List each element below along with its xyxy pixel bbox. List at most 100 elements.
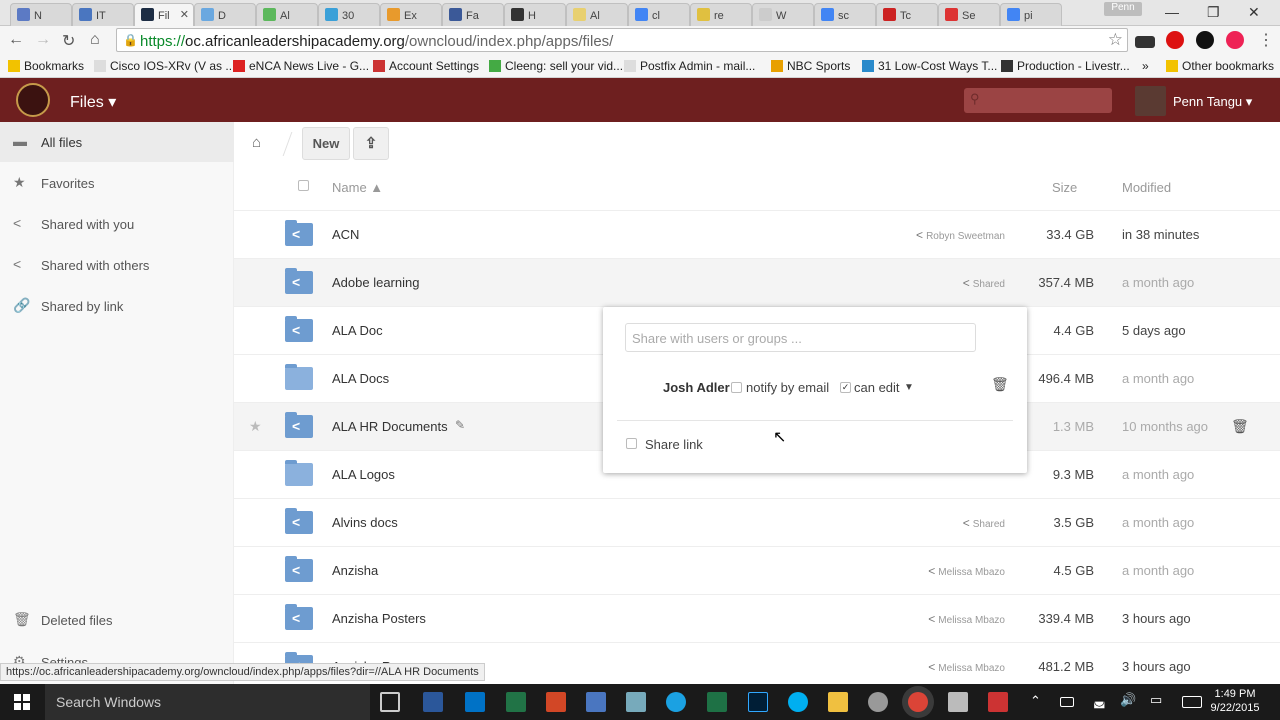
file-name[interactable]: ALA Docs	[332, 371, 389, 386]
browser-tab[interactable]: Al	[566, 3, 628, 26]
volume-icon[interactable]: 🔊	[1120, 692, 1136, 708]
can-edit-checkbox[interactable]: ✓	[840, 382, 851, 393]
remote-app-icon[interactable]	[948, 692, 968, 712]
browser-tab[interactable]: IT	[72, 3, 134, 26]
bookmark-item[interactable]: Production - Livestr...	[1001, 59, 1130, 73]
favorite-star-icon[interactable]: ★	[249, 418, 262, 435]
file-name[interactable]: ALA HR Documents	[332, 419, 448, 434]
table-row[interactable]: < ACN < Robyn Sweetman 33.4 GB in 38 minutes	[234, 211, 1280, 259]
adblock-ext-icon[interactable]	[1166, 31, 1184, 49]
wifi-app-icon[interactable]	[666, 692, 686, 712]
table-row[interactable]: < Alvins docs < Shared 3.5 GB a month ago	[234, 499, 1280, 547]
bookmark-item[interactable]: Cisco IOS-XRv (V as ...	[94, 59, 235, 73]
fire-ext-icon[interactable]	[1226, 31, 1244, 49]
browser-tab[interactable]: W	[752, 3, 814, 26]
file-name[interactable]: Alvins docs	[332, 515, 398, 530]
bookmark-item[interactable]: Account Settings	[373, 59, 479, 73]
bookmark-item[interactable]: Cleeng: sell your vid...	[489, 59, 623, 73]
sidebar-item-deleted[interactable]: 🗑 Deleted files	[0, 600, 234, 640]
delete-trash-icon[interactable]: 🗑	[1231, 418, 1249, 435]
skype-icon[interactable]	[788, 692, 808, 712]
table-row[interactable]: < Anzisha Posters < Melissa Mbazo 339.4 MB 3 …	[234, 595, 1280, 643]
rename-pencil-icon[interactable]: ✎	[455, 418, 465, 432]
new-button[interactable]: New	[302, 127, 350, 160]
file-name[interactable]: ACN	[332, 227, 359, 242]
address-bar[interactable]: 🔒 https://oc.africanleadershipacademy.or…	[116, 28, 1128, 52]
reload-icon[interactable]: ↻	[62, 31, 75, 51]
file-name[interactable]: Anzisha	[332, 563, 378, 578]
browser-tab[interactable]: N	[10, 3, 72, 26]
sidebar-item-shared-by-link[interactable]: 🔗 Shared by link	[0, 286, 234, 326]
close-tab-icon[interactable]: ✕	[180, 8, 189, 21]
excel-icon[interactable]	[707, 692, 727, 712]
file-name[interactable]: ALA Doc	[332, 323, 383, 338]
chrome-icon[interactable]	[908, 692, 928, 712]
menu-icon[interactable]: ⋮	[1258, 30, 1274, 50]
share-status[interactable]: < Melissa Mbazo	[928, 612, 1005, 626]
outlook-icon[interactable]	[465, 692, 485, 712]
photoshop-icon[interactable]	[748, 692, 768, 712]
avatar[interactable]	[1135, 86, 1166, 116]
permissions-caret-icon[interactable]: ▼	[904, 382, 914, 393]
bookmark-item[interactable]: eNCA News Live - G...	[233, 59, 369, 73]
col-name[interactable]: Name ▲	[332, 180, 383, 195]
table-row[interactable]: < Anzisha < Melissa Mbazo 4.5 GB a month ago	[234, 547, 1280, 595]
share-status[interactable]: < Shared	[963, 516, 1005, 530]
task-view-icon[interactable]	[380, 692, 400, 712]
notes-app-icon[interactable]	[626, 692, 646, 712]
browser-tab[interactable]: re	[690, 3, 752, 26]
windows-logo-icon[interactable]	[14, 694, 30, 710]
bookmark-item[interactable]: Other bookmarks	[1166, 59, 1274, 73]
bookmark-item[interactable]: 31 Low-Cost Ways T...	[862, 59, 997, 73]
browser-tab[interactable]: 30	[318, 3, 380, 26]
word-icon[interactable]	[423, 692, 443, 712]
share-with-input[interactable]: Share with users or groups ...	[625, 323, 976, 352]
file-name[interactable]: Adobe learning	[332, 275, 419, 290]
browser-tab[interactable]: Tc	[876, 3, 938, 26]
restore-icon[interactable]: ❐	[1207, 4, 1220, 21]
battery-icon[interactable]	[1060, 697, 1074, 707]
media-app-icon[interactable]	[988, 692, 1008, 712]
browser-tab[interactable]: Fa	[442, 3, 504, 26]
keyboard-icon[interactable]	[1182, 696, 1202, 708]
breadcrumb-home-icon[interactable]: ⌂	[252, 134, 261, 151]
table-row[interactable]: < Adobe learning < Shared 357.4 MB a month ag…	[234, 259, 1280, 307]
sidebar-item-favorites[interactable]: ★ Favorites	[0, 163, 234, 203]
publisher-icon[interactable]	[506, 692, 526, 712]
ala-logo[interactable]	[16, 83, 50, 117]
notifications-icon[interactable]: ▭	[1150, 692, 1162, 708]
sidebar-item-all-files[interactable]: ▬ All files	[0, 122, 234, 162]
back-icon[interactable]: ←	[8, 31, 24, 49]
unshare-trash-icon[interactable]: 🗑	[991, 376, 1009, 393]
powerpoint-icon[interactable]	[546, 692, 566, 712]
share-link-checkbox[interactable]	[626, 438, 637, 449]
tray-chevron-icon[interactable]: ⌃	[1030, 693, 1041, 709]
file-explorer-icon[interactable]	[828, 692, 848, 712]
browser-tab[interactable]: Fil ✕	[134, 3, 194, 26]
bookmark-item[interactable]: »	[1142, 59, 1149, 73]
app-menu[interactable]: Files ▾	[70, 92, 116, 112]
network-app-icon[interactable]	[586, 692, 606, 712]
play-ext-icon[interactable]	[1196, 31, 1214, 49]
incognito-ext-icon[interactable]	[1135, 36, 1155, 48]
taskbar-search[interactable]: Search Windows	[45, 684, 370, 720]
browser-tab[interactable]: Se	[938, 3, 1000, 26]
share-status[interactable]: < Melissa Mbazo	[928, 564, 1005, 578]
close-window-icon[interactable]: ✕	[1248, 4, 1260, 21]
bookmark-item[interactable]: Postfix Admin - mail...	[624, 59, 755, 73]
col-modified[interactable]: Modified	[1122, 180, 1171, 195]
col-size[interactable]: Size	[1052, 180, 1077, 195]
browser-tab[interactable]: cl	[628, 3, 690, 26]
bookmark-item[interactable]: NBC Sports	[771, 59, 850, 73]
browser-tab[interactable]: D	[194, 3, 256, 26]
profile-button[interactable]: Penn	[1104, 2, 1142, 16]
minimize-icon[interactable]: —	[1165, 4, 1179, 20]
browser-tab[interactable]: pi	[1000, 3, 1062, 26]
share-status[interactable]: < Robyn Sweetman	[916, 228, 1005, 242]
bookmark-star-icon[interactable]: ☆	[1108, 30, 1123, 50]
home-icon[interactable]: ⌂	[90, 31, 100, 49]
network-tray-icon[interactable]: ◛	[1093, 693, 1106, 709]
search-input[interactable]: ⚲	[964, 88, 1112, 113]
bookmark-item[interactable]: Bookmarks	[8, 59, 84, 73]
clock[interactable]: 1:49 PM 9/22/2015	[1200, 687, 1270, 715]
